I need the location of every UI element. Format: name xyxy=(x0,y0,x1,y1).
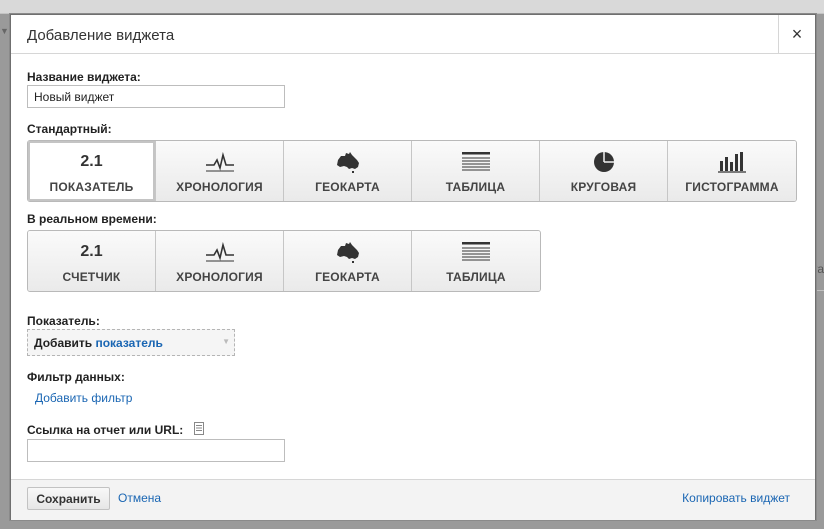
tile-label: ГИСТОГРАММА xyxy=(685,180,779,194)
tile-realtime-geomap[interactable]: ГЕОКАРТА xyxy=(284,231,412,291)
widget-name-label: Название виджета: xyxy=(27,70,141,84)
tile-label: ХРОНОЛОГИЯ xyxy=(176,180,263,194)
chevron-down-icon: ▼ xyxy=(222,337,230,346)
tile-standard-metric[interactable]: 2.1 ПОКАЗАТЕЛЬ xyxy=(28,141,156,201)
tile-standard-timeline[interactable]: ХРОНОЛОГИЯ xyxy=(156,141,284,201)
tile-label: ТАБЛИЦА xyxy=(445,180,506,194)
metric-number-icon: 2.1 xyxy=(80,153,103,170)
standard-section-label: Стандартный: xyxy=(27,122,112,136)
add-widget-dialog: Добавление виджета × Название виджета: С… xyxy=(10,14,816,520)
close-icon: × xyxy=(791,24,803,44)
bar-chart-icon xyxy=(718,152,746,173)
tile-standard-pie[interactable]: КРУГОВАЯ xyxy=(540,141,668,201)
report-link-label: Ссылка на отчет или URL: xyxy=(27,423,184,437)
save-button[interactable]: Сохранить xyxy=(27,487,110,510)
timeline-icon xyxy=(205,152,234,172)
data-filter-label: Фильтр данных: xyxy=(27,370,125,384)
document-icon xyxy=(194,422,204,435)
background-toolbar xyxy=(0,0,824,14)
tile-label: ГЕОКАРТА xyxy=(315,180,380,194)
pie-chart-icon xyxy=(593,152,614,172)
add-filter-link[interactable]: Добавить фильтр xyxy=(35,391,132,405)
tile-label: ПОКАЗАТЕЛЬ xyxy=(49,180,134,194)
table-lines-icon xyxy=(462,242,490,261)
australia-map-icon xyxy=(336,242,359,263)
tile-standard-table[interactable]: ТАБЛИЦА xyxy=(412,141,540,201)
tile-realtime-timeline[interactable]: ХРОНОЛОГИЯ xyxy=(156,231,284,291)
add-metric-link: показатель xyxy=(95,336,163,350)
cancel-link[interactable]: Отмена xyxy=(118,491,161,505)
tile-standard-geomap[interactable]: ГЕОКАРТА xyxy=(284,141,412,201)
tile-label: ТАБЛИЦА xyxy=(446,270,506,284)
report-url-input[interactable] xyxy=(27,439,285,462)
tile-label: СЧЕТЧИК xyxy=(62,270,121,284)
metric-label: Показатель: xyxy=(27,314,100,328)
dialog-titlebar: Добавление виджета × xyxy=(11,15,815,54)
tile-label: ГЕОКАРТА xyxy=(315,270,380,284)
dialog-title: Добавление виджета xyxy=(27,27,175,44)
standard-widget-types: 2.1 ПОКАЗАТЕЛЬ ХРОНОЛОГИЯ ГЕОКАРТА ТАБЛИ… xyxy=(27,140,797,202)
australia-map-icon xyxy=(336,152,359,173)
add-metric-dropdown[interactable]: Добавить показатель ▼ xyxy=(27,329,235,356)
copy-widget-link[interactable]: Копировать виджет xyxy=(682,491,790,505)
widget-name-input[interactable] xyxy=(27,85,285,108)
timeline-icon xyxy=(205,242,234,262)
add-metric-prefix: Добавить xyxy=(34,336,93,350)
close-button[interactable]: × xyxy=(778,15,815,54)
background-caret-icon: ▼ xyxy=(0,26,9,36)
tile-realtime-table[interactable]: ТАБЛИЦА xyxy=(412,231,540,291)
tile-realtime-counter[interactable]: 2.1 СЧЕТЧИК xyxy=(28,231,156,291)
realtime-section-label: В реальном времени: xyxy=(27,212,157,226)
realtime-widget-types: 2.1 СЧЕТЧИК ХРОНОЛОГИЯ ГЕОКАРТА ТАБЛИЦА xyxy=(27,230,541,292)
metric-number-icon: 2.1 xyxy=(80,243,103,260)
tile-standard-histogram[interactable]: ГИСТОГРАММА xyxy=(668,141,796,201)
table-lines-icon xyxy=(461,152,490,171)
tile-label: ХРОНОЛОГИЯ xyxy=(176,270,263,284)
tile-label: КРУГОВАЯ xyxy=(570,180,637,194)
